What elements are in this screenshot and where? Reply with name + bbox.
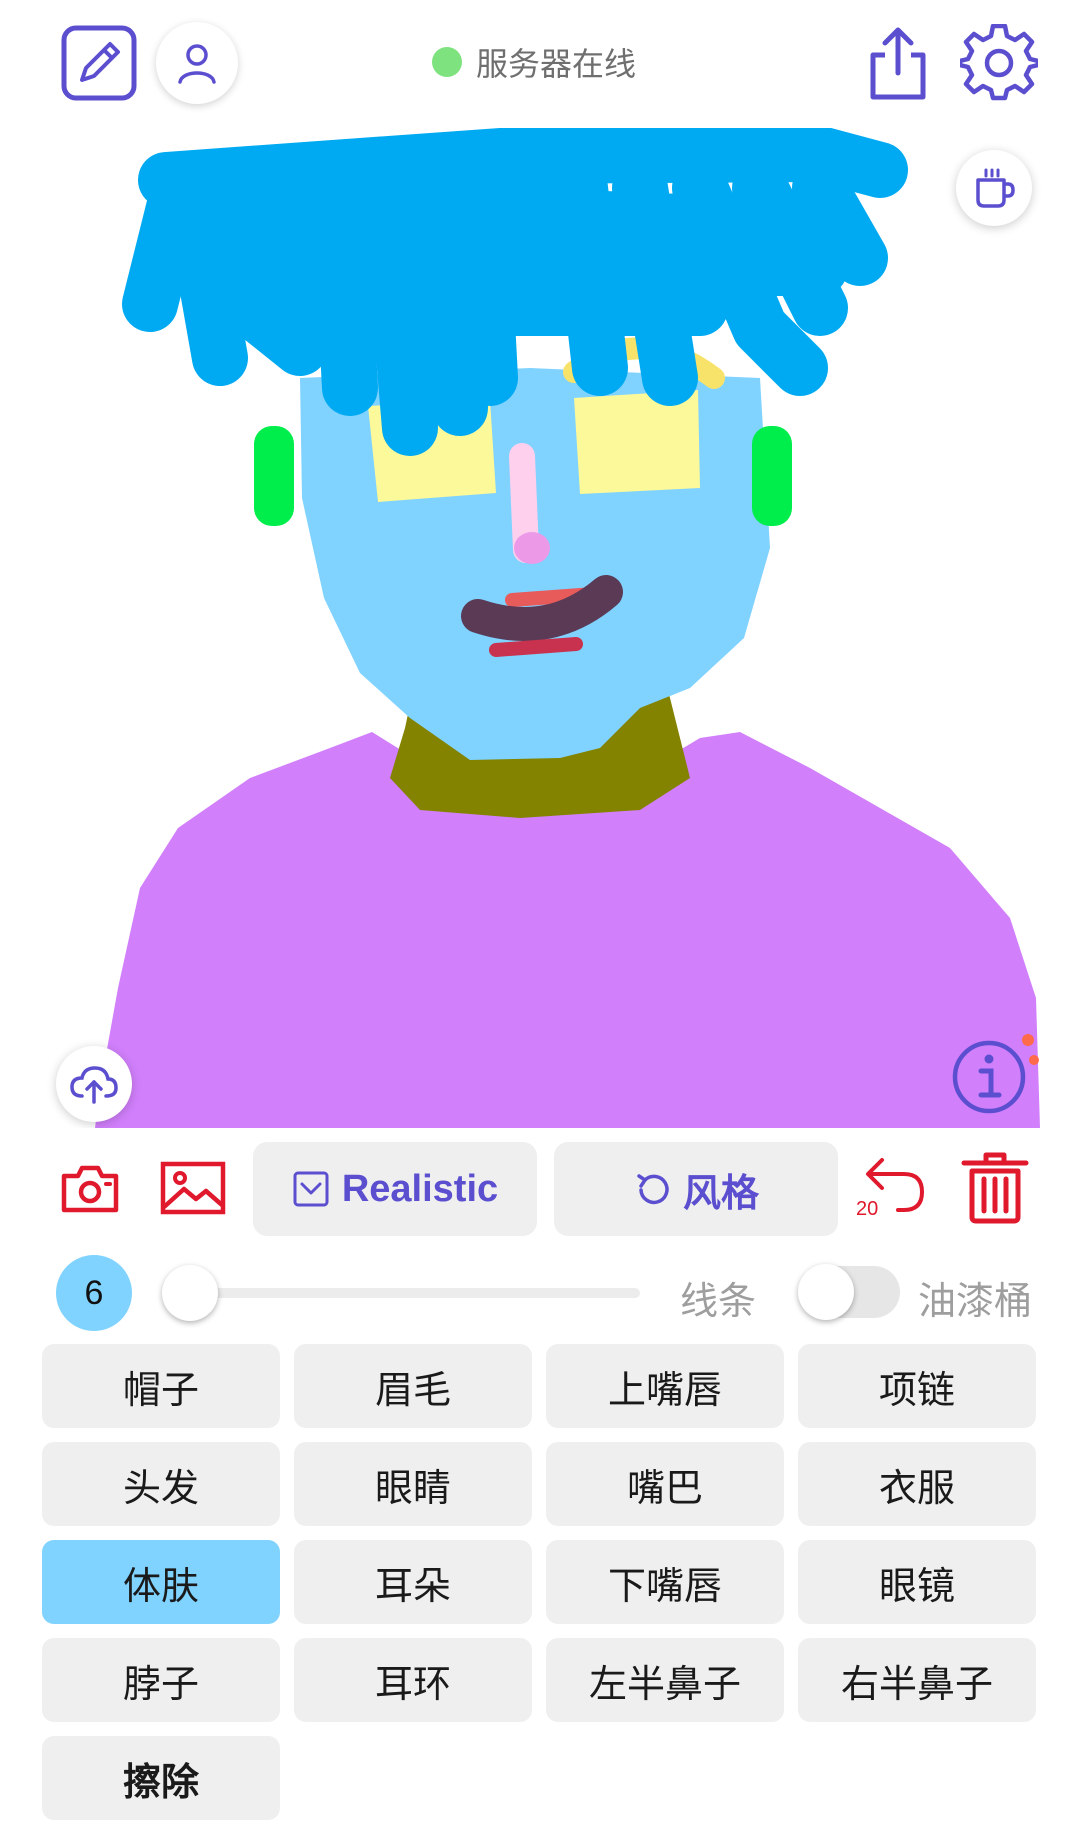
part-button-left-nose[interactable]: 左半鼻子 <box>546 1638 784 1722</box>
part-button-mouth[interactable]: 嘴巴 <box>546 1442 784 1526</box>
part-button-earrings[interactable]: 耳环 <box>294 1638 532 1722</box>
part-button-hair[interactable]: 头发 <box>42 1442 280 1526</box>
nose-right-stroke <box>514 532 550 564</box>
hair-stroke <box>122 128 908 456</box>
bucket-toggle-thumb[interactable] <box>798 1264 854 1320</box>
part-button-neck[interactable]: 脖子 <box>42 1638 280 1722</box>
trash-icon <box>961 1152 1029 1224</box>
share-icon <box>870 27 926 100</box>
part-button-clothes[interactable]: 衣服 <box>798 1442 1036 1526</box>
drawing-canvas[interactable] <box>0 128 1080 1128</box>
stray-dot <box>1029 1055 1039 1065</box>
settings-button[interactable] <box>958 22 1040 104</box>
part-button-glasses[interactable]: 眼镜 <box>798 1540 1036 1624</box>
edit-button[interactable] <box>58 22 140 104</box>
face-drawing <box>95 128 1040 1128</box>
image-icon <box>160 1161 226 1215</box>
bucket-label: 油漆桶 <box>918 1279 1033 1323</box>
status-text: 服务器在线 <box>476 45 637 83</box>
line-label: 线条 <box>680 1279 757 1323</box>
part-button-erase[interactable]: 擦除 <box>42 1736 280 1820</box>
status-dot <box>432 47 462 77</box>
coffee-icon <box>976 168 1015 208</box>
settings-icon <box>960 24 1038 101</box>
part-grid: 帽子 眉毛 上嘴唇 项链 头发 眼睛 嘴巴 衣服 体肤 耳朵 下嘴唇 眼镜 脖子… <box>42 1344 1038 1820</box>
brush-size-badge: 6 <box>56 1255 132 1331</box>
right-eye-stroke <box>574 390 700 494</box>
part-button-hat[interactable]: 帽子 <box>42 1344 280 1428</box>
refresh-icon <box>637 1174 669 1205</box>
dropdown-icon <box>293 1171 329 1207</box>
gallery-button[interactable] <box>158 1158 228 1218</box>
part-button-necklace[interactable]: 项链 <box>798 1344 1036 1428</box>
style-button[interactable]: 风格 <box>554 1142 838 1236</box>
user-icon <box>178 44 216 84</box>
part-button-lower-lip[interactable]: 下嘴唇 <box>546 1540 784 1624</box>
left-ear-stroke <box>254 426 294 526</box>
brush-size-slider[interactable] <box>168 1288 640 1298</box>
user-button[interactable] <box>156 22 238 104</box>
part-button-skin[interactable]: 体肤 <box>42 1540 280 1624</box>
part-button-eyebrows[interactable]: 眉毛 <box>294 1344 532 1428</box>
undo-count: 20 <box>856 1198 879 1220</box>
delete-button[interactable] <box>958 1148 1032 1226</box>
lower-lip-stroke <box>489 637 583 657</box>
part-button-eyes[interactable]: 眼睛 <box>294 1442 532 1526</box>
part-button-ears[interactable]: 耳朵 <box>294 1540 532 1624</box>
camera-button[interactable] <box>58 1158 122 1218</box>
style-label: 风格 <box>682 1170 759 1215</box>
part-button-right-nose[interactable]: 右半鼻子 <box>798 1638 1036 1722</box>
model-selector[interactable]: Realistic <box>253 1142 537 1236</box>
cloud-upload-icon <box>70 1066 118 1104</box>
right-ear-stroke <box>752 426 792 526</box>
part-button-upper-lip[interactable]: 上嘴唇 <box>546 1344 784 1428</box>
server-status: 服务器在线 <box>432 42 637 83</box>
model-label: Realistic <box>341 1167 499 1210</box>
share-button[interactable] <box>860 24 936 104</box>
info-icon <box>952 1040 1026 1114</box>
upload-button[interactable] <box>56 1046 132 1122</box>
info-button[interactable] <box>950 1038 1028 1116</box>
brush-size-thumb[interactable] <box>162 1265 218 1321</box>
camera-icon <box>61 1165 119 1213</box>
edit-icon <box>61 25 137 101</box>
coffee-button[interactable] <box>956 150 1032 226</box>
